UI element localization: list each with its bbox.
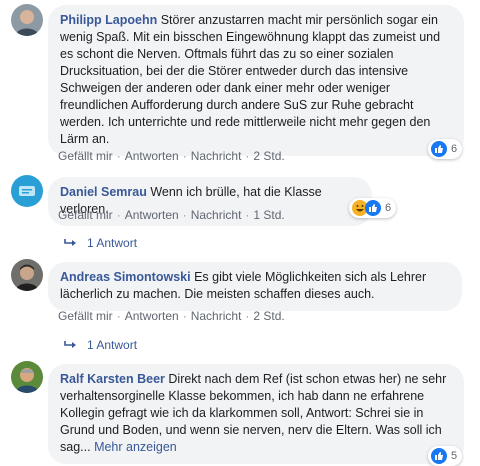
avatar[interactable] [11,361,43,393]
comment-actions: Gefällt mir · Antworten · Nachricht · 2 Std. [58,309,285,323]
comment-author[interactable]: Ralf Karsten Beer [60,372,165,386]
like-icon [431,141,447,157]
view-replies-link[interactable]: 1 Antwort [64,338,137,352]
like-link[interactable]: Gefällt mir [58,208,113,222]
comment-author[interactable]: Philipp Lapoehn [60,13,157,27]
reaction-count[interactable]: 6 [428,139,463,159]
reaction-count-value: 6 [385,202,392,214]
comment-text: Störer anzustarren macht mir persönlich … [60,13,441,146]
reaction-count[interactable]: 5 [428,446,463,466]
reply-link[interactable]: Antworten [125,309,179,323]
comment-bubble: Andreas Simontowski Es gibt viele Möglic… [48,262,462,311]
like-icon [365,200,381,216]
reply-arrow-icon [64,341,76,348]
comment-actions: Gefällt mir · Antworten · Nachricht · 2 Std. [58,149,285,163]
comment-author[interactable]: Daniel Semrau [60,185,147,199]
reaction-count-value: 5 [451,450,458,462]
message-link[interactable]: Nachricht [191,309,242,323]
comment-bubble: Philipp Lapoehn Störer anzustarren macht… [48,5,464,156]
message-link[interactable]: Nachricht [191,149,242,163]
like-icon [431,448,447,464]
comment-actions: Gefällt mir · Antworten · Nachricht · 1 Std. [58,208,285,222]
show-more-link[interactable]: Mehr anzeigen [94,440,177,454]
comment-author[interactable]: Andreas Simontowski [60,270,191,284]
timestamp[interactable]: 2 Std. [253,149,284,163]
reply-arrow-icon [64,239,76,246]
message-link[interactable]: Nachricht [191,208,242,222]
timestamp[interactable]: 1 Std. [253,208,284,222]
avatar[interactable] [11,175,43,207]
reaction-count[interactable]: 6 [349,198,397,218]
view-replies-link[interactable]: 1 Antwort [64,236,137,250]
reaction-count-value: 6 [451,143,458,155]
timestamp[interactable]: 2 Std. [253,309,284,323]
like-link[interactable]: Gefällt mir [58,309,113,323]
avatar[interactable] [11,259,43,291]
reply-link[interactable]: Antworten [125,149,179,163]
replies-count: 1 Antwort [87,338,138,352]
comment-bubble: Ralf Karsten Beer Direkt nach dem Ref (i… [48,364,464,464]
replies-count: 1 Antwort [87,236,138,250]
like-link[interactable]: Gefällt mir [58,149,113,163]
avatar[interactable] [11,4,43,36]
reply-link[interactable]: Antworten [125,208,179,222]
